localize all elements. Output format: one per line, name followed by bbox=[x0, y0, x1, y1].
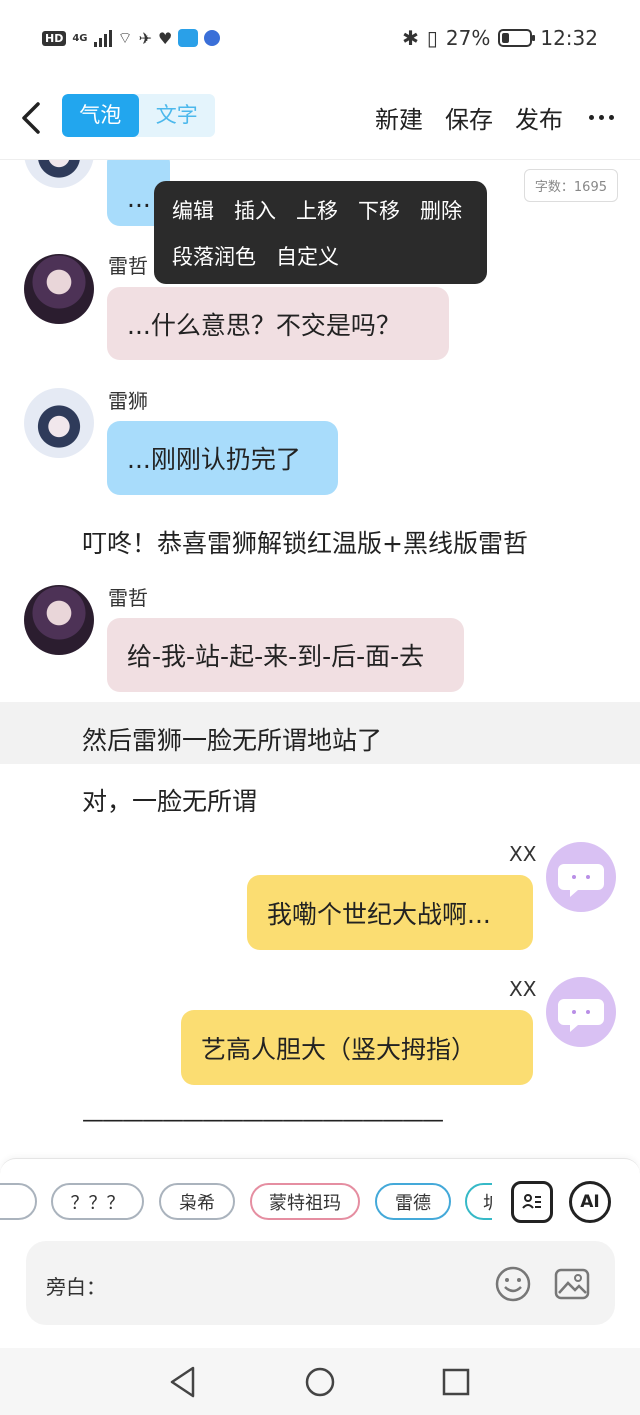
context-menu: 编辑 插入 上移 下移 删除 段落润色 自定义 bbox=[154, 181, 487, 284]
publish-button[interactable]: 发布 bbox=[515, 100, 563, 135]
message-text: 我嘞个世纪大战啊... bbox=[267, 899, 491, 929]
message-text: ...刚刚认扔完了 bbox=[127, 445, 301, 474]
nav-back-icon[interactable] bbox=[168, 1365, 198, 1399]
message-bubble[interactable]: 艺高人胆大（竖大拇指） bbox=[181, 1010, 533, 1085]
contact-card-icon bbox=[522, 1194, 541, 1209]
toolbar-actions: 新建 保存 发布 bbox=[375, 100, 614, 135]
avatar-xx[interactable] bbox=[546, 977, 616, 1047]
app-icon-paw bbox=[204, 30, 221, 46]
save-button[interactable]: 保存 bbox=[445, 100, 493, 135]
narration-text[interactable]: 对，一脸无所谓 bbox=[82, 782, 257, 818]
emoji-icon[interactable] bbox=[494, 1265, 532, 1303]
message-text: ... bbox=[127, 183, 151, 213]
hd-badge: HD bbox=[42, 30, 67, 46]
context-menu-row: 编辑 插入 上移 下移 删除 bbox=[172, 195, 469, 225]
avatar-xx[interactable] bbox=[546, 842, 616, 912]
avatar-leizhe[interactable] bbox=[24, 585, 94, 655]
tab-bubble-mode[interactable]: 气泡 bbox=[62, 94, 139, 137]
character-chip[interactable]: 蒙特祖玛 bbox=[250, 1183, 360, 1220]
chat-area[interactable]: ... 字数：1695 雷哲 ...什么意思？不交是吗？ 雷狮 ...刚刚认扔完… bbox=[0, 160, 640, 1160]
narration-text[interactable]: 叮咚！恭喜雷狮解锁红温版+黑线版雷哲 bbox=[82, 524, 528, 560]
nav-home-icon[interactable] bbox=[304, 1366, 336, 1398]
signal-icon bbox=[93, 29, 112, 47]
chat-bubble-icon bbox=[558, 864, 604, 897]
message-text: 给-我-站-起-来-到-后-面-去 bbox=[127, 642, 425, 671]
character-manage-button[interactable] bbox=[511, 1181, 553, 1223]
menu-item-delete[interactable]: 删除 bbox=[420, 195, 462, 225]
status-bar-left: HD 4G ⌔ ✈ ♥ bbox=[42, 28, 221, 48]
wifi-icon: ⌔ bbox=[117, 28, 133, 47]
message-bubble[interactable]: ...什么意思？不交是吗？ bbox=[107, 287, 449, 360]
tab-text-mode[interactable]: 文字 bbox=[139, 94, 216, 137]
message-bubble[interactable]: 我嘞个世纪大战啊... bbox=[247, 875, 533, 950]
speaker-name: XX bbox=[509, 977, 537, 1001]
message-bubble[interactable]: 给-我-站-起-来-到-后-面-去 bbox=[107, 618, 464, 692]
status-bar: HD 4G ⌔ ✈ ♥ ✱ ▯ 27% 12:32 bbox=[0, 0, 640, 78]
new-button[interactable]: 新建 bbox=[375, 100, 423, 135]
message-text: ...什么意思？不交是吗？ bbox=[127, 310, 401, 340]
narration-input[interactable]: 旁白： bbox=[26, 1241, 615, 1325]
battery-percent: 27% bbox=[445, 26, 491, 50]
ai-button[interactable]: AI bbox=[569, 1181, 611, 1223]
avatar-leizhe[interactable] bbox=[24, 254, 94, 324]
back-arrow-icon[interactable] bbox=[18, 98, 48, 138]
avatar-leishi[interactable] bbox=[24, 160, 94, 188]
menu-item-edit[interactable]: 编辑 bbox=[172, 195, 214, 225]
menu-item-custom[interactable]: 自定义 bbox=[276, 241, 339, 271]
app-icon-heart: ♥ bbox=[157, 28, 173, 48]
narration-text[interactable]: 然后雷狮一脸无所谓地站了 bbox=[82, 721, 382, 757]
context-menu-row: 段落润色 自定义 bbox=[172, 241, 469, 271]
speaker-name: 雷哲 bbox=[108, 586, 148, 610]
image-icon[interactable] bbox=[553, 1265, 591, 1303]
speaker-name: 雷狮 bbox=[108, 389, 148, 413]
input-label: 旁白： bbox=[46, 1275, 106, 1299]
character-chip[interactable]: 圹 bbox=[465, 1183, 492, 1220]
more-options-icon[interactable] bbox=[589, 115, 614, 120]
editor-toolbar: 气泡 文字 新建 保存 发布 bbox=[0, 78, 640, 160]
avatar-leishi[interactable] bbox=[24, 388, 94, 458]
narration-text[interactable]: —————————————————— bbox=[82, 1108, 444, 1133]
notification-icon: ✈ bbox=[138, 28, 152, 48]
menu-item-insert[interactable]: 插入 bbox=[234, 195, 276, 225]
system-nav-bar bbox=[0, 1348, 640, 1415]
menu-item-move-down[interactable]: 下移 bbox=[358, 195, 400, 225]
battery-icon bbox=[498, 29, 536, 47]
clock: 12:32 bbox=[540, 26, 598, 50]
nav-recents-icon[interactable] bbox=[441, 1367, 471, 1397]
menu-item-move-up[interactable]: 上移 bbox=[296, 195, 338, 225]
speaker-name: XX bbox=[509, 842, 537, 866]
battery-fill bbox=[502, 33, 510, 43]
bluetooth-icon: ✱ bbox=[402, 26, 419, 50]
vibrate-icon: ▯ bbox=[426, 26, 438, 50]
app-icon-book bbox=[178, 29, 199, 47]
menu-item-polish[interactable]: 段落润色 bbox=[172, 241, 256, 271]
status-bar-right: ✱ ▯ 27% 12:32 bbox=[402, 26, 598, 50]
message-bubble[interactable]: ...刚刚认扔完了 bbox=[107, 421, 338, 495]
input-panel: ？？？ 枭希 蒙特祖玛 雷德 圹 AI 旁白： bbox=[0, 1158, 640, 1348]
network-type: 4G bbox=[72, 32, 88, 44]
mode-toggle: 气泡 文字 bbox=[62, 94, 215, 137]
character-chip[interactable]: ？？？ bbox=[51, 1183, 144, 1220]
character-chip[interactable] bbox=[0, 1183, 37, 1220]
character-chip[interactable]: 枭希 bbox=[159, 1183, 235, 1220]
chat-bubble-icon bbox=[558, 999, 604, 1032]
message-text: 艺高人胆大（竖大拇指） bbox=[201, 1034, 477, 1064]
character-chips[interactable]: ？？？ 枭希 蒙特祖玛 雷德 圹 bbox=[0, 1183, 492, 1223]
word-count-badge: 字数：1695 bbox=[523, 169, 618, 202]
speaker-name: 雷哲 bbox=[108, 254, 148, 278]
character-chip[interactable]: 雷德 bbox=[375, 1183, 451, 1220]
